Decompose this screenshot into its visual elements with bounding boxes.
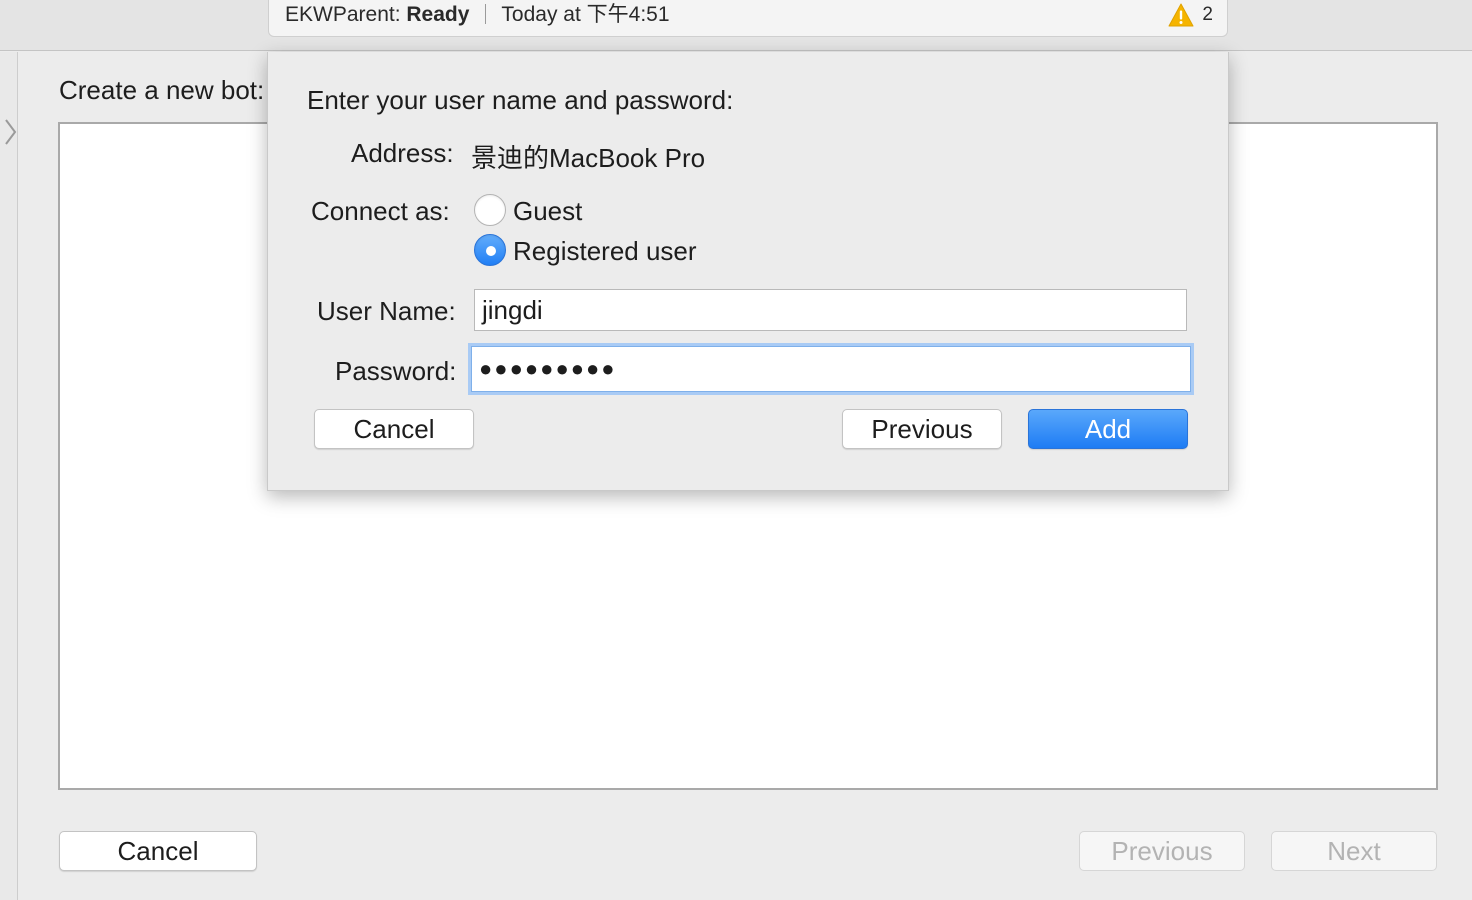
- address-label: Address:: [351, 138, 454, 168]
- username-field[interactable]: jingdi: [474, 289, 1187, 331]
- password-label: Password:: [335, 356, 457, 386]
- status-separator: [485, 4, 487, 24]
- add-button[interactable]: Add: [1028, 409, 1188, 449]
- sidebar-gutter: [0, 52, 18, 900]
- username-label: User Name:: [317, 296, 456, 326]
- connect-as-label: Connect as:: [311, 196, 450, 226]
- registered-user-radio-label[interactable]: Registered user: [513, 236, 697, 267]
- guest-radio[interactable]: [474, 194, 506, 226]
- password-field[interactable]: ●●●●●●●●●: [471, 346, 1191, 392]
- activity-status-bar[interactable]: EKWParent: Ready Today at 下午4:51 2: [268, 0, 1228, 37]
- password-mask: ●●●●●●●●●: [479, 356, 617, 381]
- username-value: jingdi: [482, 294, 543, 325]
- status-app-name: EKWParent:: [285, 3, 401, 26]
- dialog-previous-button[interactable]: Previous: [842, 409, 1002, 449]
- address-value: 景迪的MacBook Pro: [471, 143, 706, 173]
- status-text: EKWParent: Ready Today at 下午4:51: [285, 2, 670, 28]
- page-title: Create a new bot:: [59, 75, 265, 105]
- chevron-right-icon[interactable]: [4, 118, 18, 146]
- registered-user-radio[interactable]: [474, 234, 506, 266]
- previous-button[interactable]: Previous: [1079, 831, 1245, 871]
- dialog-cancel-button[interactable]: Cancel: [314, 409, 474, 449]
- status-timestamp: Today at 下午4:51: [501, 3, 670, 26]
- warning-icon: [1168, 3, 1194, 27]
- status-state: Ready: [406, 3, 470, 26]
- next-button[interactable]: Next: [1271, 831, 1437, 871]
- credentials-dialog: Enter your user name and password: Addre…: [267, 52, 1229, 491]
- warnings-indicator[interactable]: 2: [1168, 2, 1213, 28]
- dialog-prompt: Enter your user name and password:: [307, 85, 734, 115]
- warning-count: 2: [1202, 4, 1213, 25]
- cancel-button[interactable]: Cancel: [59, 831, 257, 871]
- window-toolbar: EKWParent: Ready Today at 下午4:51 2: [0, 0, 1472, 51]
- guest-radio-label[interactable]: Guest: [513, 196, 582, 227]
